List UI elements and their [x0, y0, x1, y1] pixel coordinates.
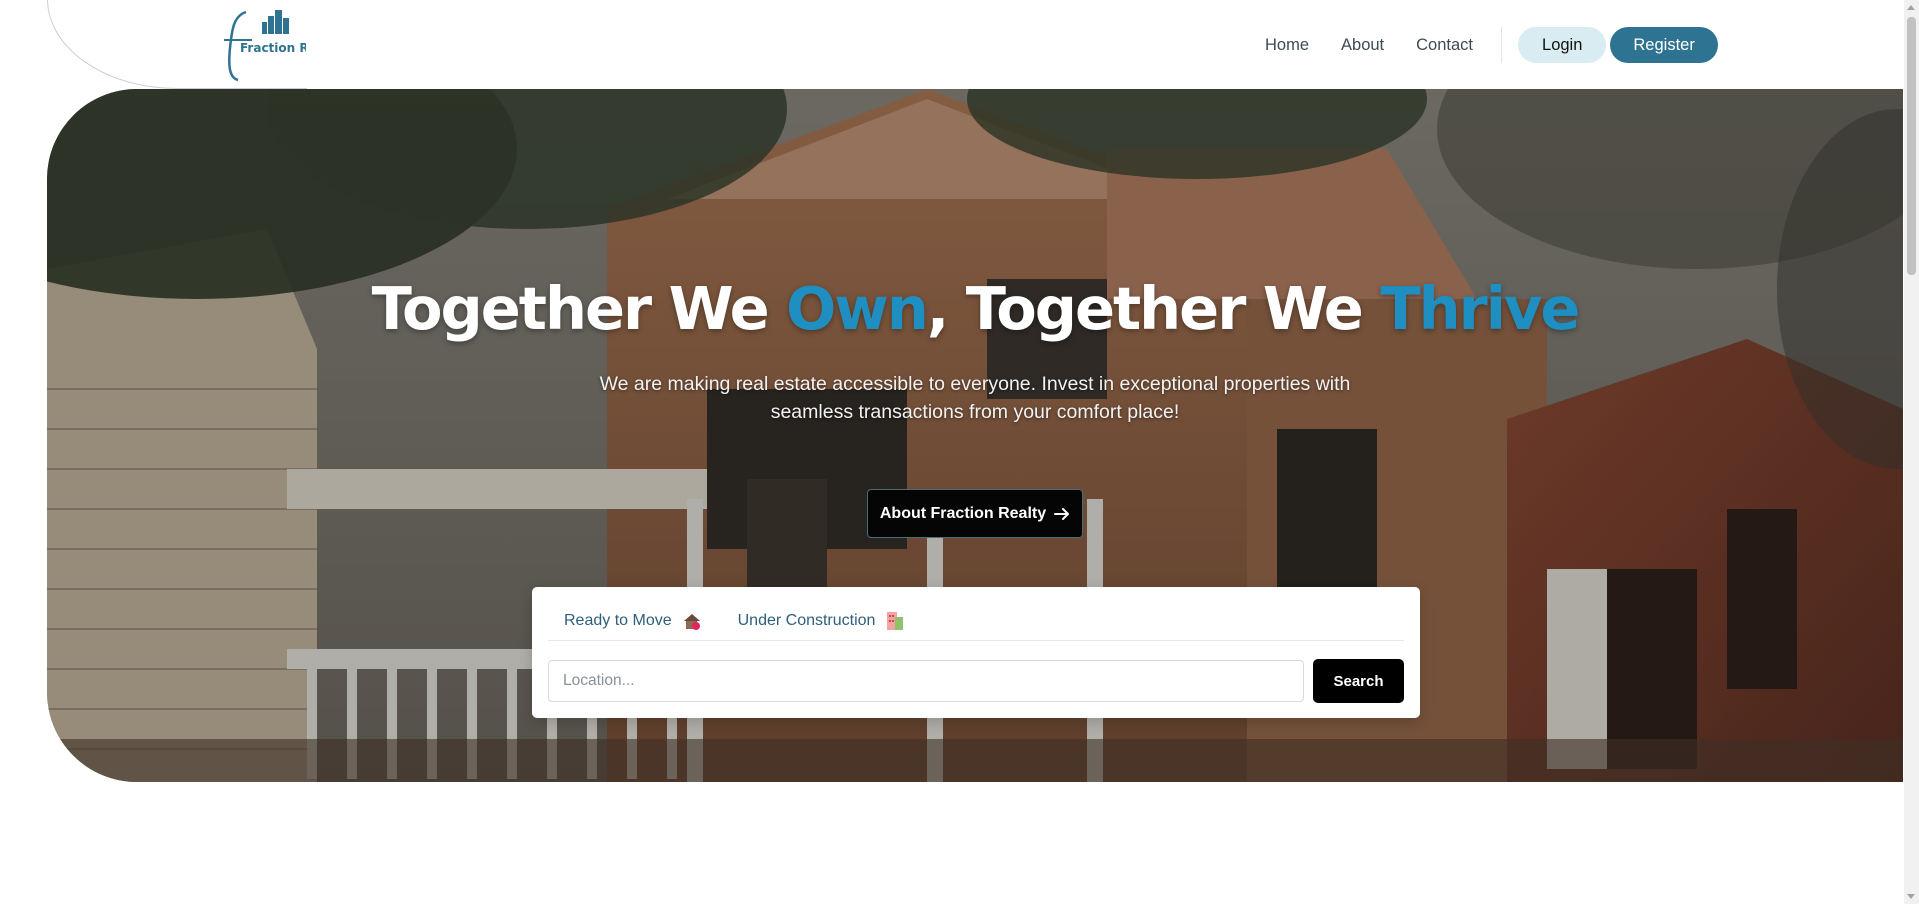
fraction-realty-logo[interactable]: Fraction Realty [222, 8, 306, 82]
scrollbar-thumb[interactable] [1907, 17, 1916, 275]
scroll-down-arrow-icon[interactable] [1907, 894, 1915, 899]
hero-title: Together We Own, Together We Thrive [47, 274, 1903, 343]
house-icon [683, 614, 700, 630]
nav-divider [1501, 27, 1503, 63]
location-input[interactable] [548, 660, 1304, 702]
page-scrollbar[interactable] [1904, 0, 1919, 904]
nav-home-link[interactable]: Home [1265, 36, 1309, 55]
arrow-right-icon [1054, 507, 1070, 520]
hero-title-accent-thrive: Thrive [1380, 274, 1580, 343]
search-button[interactable]: Search [1313, 659, 1404, 703]
hero-title-part2: , Together We [926, 274, 1381, 343]
scroll-up-arrow-icon[interactable] [1907, 5, 1915, 10]
nav-about-link[interactable]: About [1341, 36, 1384, 55]
main-nav: Home About Contact Login Register [1265, 27, 1718, 63]
tab-under-construction[interactable]: Under Construction [722, 603, 922, 639]
tab-ready-to-move-label: Ready to Move [564, 612, 672, 629]
hero-title-accent-own: Own [786, 274, 929, 343]
building-icon [887, 612, 904, 630]
hero-title-part1: Together We [371, 274, 787, 343]
login-button[interactable]: Login [1518, 27, 1607, 63]
hero-subtitle: We are making real estate accessible to … [599, 373, 1351, 423]
property-status-tabs: Ready to Move Under Construction [548, 603, 1404, 641]
nav-contact-link[interactable]: Contact [1416, 36, 1473, 55]
tab-under-construction-label: Under Construction [737, 612, 876, 629]
about-fraction-realty-button[interactable]: About Fraction Realty [867, 489, 1083, 538]
about-button-label: About Fraction Realty [879, 504, 1047, 522]
logo-wordmark: Fraction Realty [240, 41, 306, 55]
tab-ready-to-move[interactable]: Ready to Move [548, 603, 718, 639]
property-search-card: Ready to Move Under Construction Search [532, 587, 1420, 718]
register-button[interactable]: Register [1610, 27, 1718, 63]
